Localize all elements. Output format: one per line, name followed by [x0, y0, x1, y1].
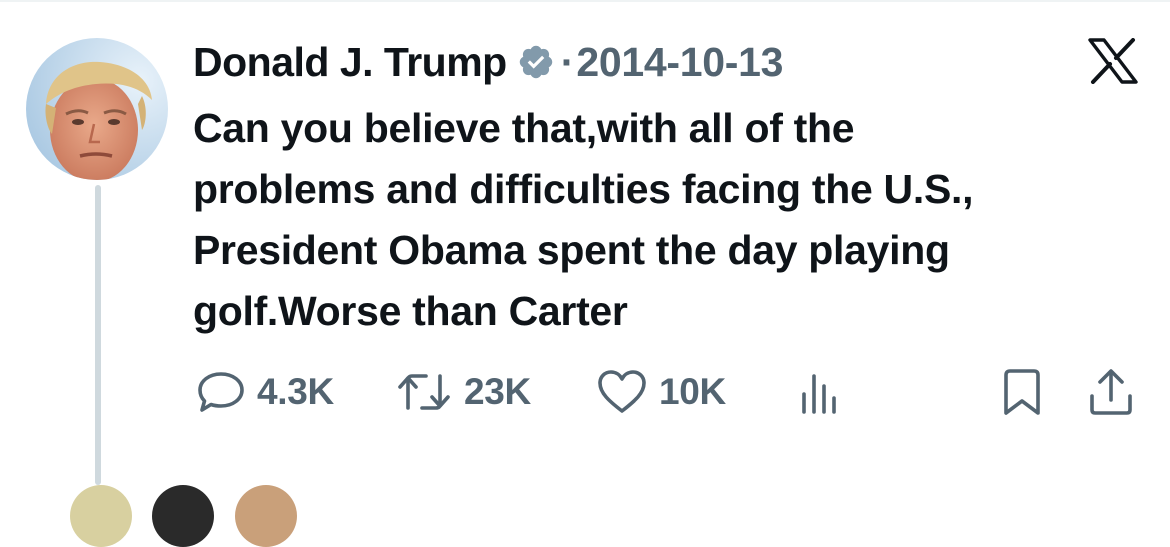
avatar-portrait-image: [26, 38, 168, 180]
x-logo-icon[interactable]: [1088, 38, 1138, 84]
reply-button[interactable]: 4.3K: [195, 362, 334, 422]
views-icon: [802, 374, 836, 414]
reply-avatar[interactable]: [235, 485, 297, 547]
tweet-body-text: Can you believe that,with all of the pro…: [193, 105, 974, 334]
heart-icon: [598, 370, 646, 413]
tweet-action-bar: 4.3K 23K 10K: [0, 362, 1170, 422]
reply-avatar[interactable]: [152, 485, 214, 547]
top-divider: [0, 0, 1170, 2]
header-separator: ·: [560, 38, 575, 85]
tweet-header: Donald J. Trump · 2014-10-13: [193, 36, 783, 88]
author-avatar[interactable]: [26, 38, 168, 180]
like-count: 10K: [659, 371, 726, 412]
share-icon: [1090, 369, 1132, 415]
reply-count: 4.3K: [257, 371, 334, 412]
like-button[interactable]: 10K: [595, 362, 726, 422]
bookmark-icon: [1004, 369, 1040, 415]
retweet-count: 23K: [464, 371, 531, 412]
thread-connector-line: [95, 185, 101, 485]
verified-badge-icon: [517, 43, 555, 81]
reply-icon: [198, 372, 244, 412]
retweet-icon: [398, 374, 450, 410]
author-name[interactable]: Donald J. Trump: [193, 39, 507, 86]
views-button[interactable]: [796, 362, 844, 422]
share-button[interactable]: [1085, 362, 1137, 422]
retweet-button[interactable]: 23K: [394, 362, 531, 422]
bookmark-button[interactable]: [1000, 362, 1044, 422]
tweet-date[interactable]: 2014-10-13: [576, 39, 783, 86]
reply-avatars-strip: [70, 485, 310, 547]
reply-avatar[interactable]: [70, 485, 132, 547]
